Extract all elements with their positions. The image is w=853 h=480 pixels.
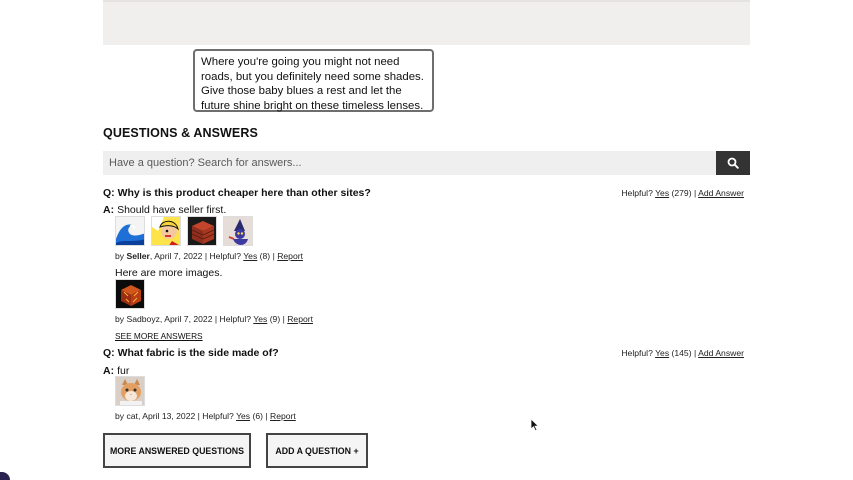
add-answer-link[interactable]: Add Answer [698, 348, 744, 358]
report-link[interactable]: Report [270, 411, 296, 421]
answer-images [115, 376, 145, 406]
question-row: Q: Why is this product cheaper here than… [103, 187, 750, 201]
add-answer-link[interactable]: Add Answer [698, 188, 744, 198]
qa-search-input[interactable] [103, 151, 713, 175]
question-helpful-yes-link[interactable]: Yes [655, 348, 669, 358]
more-answered-questions-button[interactable]: MORE ANSWERED QUESTIONS [103, 433, 251, 468]
answer-image-pop-art[interactable] [151, 216, 181, 246]
search-button[interactable] [716, 151, 750, 175]
report-link[interactable]: Report [277, 251, 303, 261]
answer-image-cat[interactable] [115, 376, 145, 406]
see-more-answers-link[interactable]: SEE MORE ANSWERS [115, 331, 203, 341]
answer-author: Sadboyz [126, 314, 160, 324]
description-tooltip: Where you're going you might not need ro… [193, 49, 434, 112]
answer-images [115, 279, 145, 309]
answer-image-wizard[interactable] [223, 216, 253, 246]
answer-image-wave[interactable] [115, 216, 145, 246]
window-corner [0, 472, 10, 480]
question-text: Q: Why is this product cheaper here than… [103, 187, 371, 199]
report-link[interactable]: Report [287, 314, 313, 324]
answer-author: cat [126, 411, 138, 421]
qa-section-title: QUESTIONS & ANSWERS [103, 126, 258, 140]
question-text: Q: What fabric is the side made of? [103, 347, 279, 359]
answer-image-brick-block[interactable] [187, 216, 217, 246]
question-helpful-yes-link[interactable]: Yes [655, 188, 669, 198]
answer-text: Here are more images. [115, 267, 223, 279]
answer-helpful-yes-link[interactable]: Yes [243, 251, 257, 261]
answer-images [115, 216, 253, 246]
question-meta: Helpful? Yes (279) | Add Answer [621, 188, 744, 198]
mouse-cursor-icon [530, 418, 540, 432]
top-banner [103, 0, 750, 45]
answer-meta: by Seller, April 7, 2022 | Helpful? Yes … [115, 251, 303, 261]
question-row: Q: What fabric is the side made of? Help… [103, 347, 750, 361]
question-meta: Helpful? Yes (145) | Add Answer [621, 348, 744, 358]
answer-helpful-yes-link[interactable]: Yes [253, 314, 267, 324]
answer-meta: by cat, April 13, 2022 | Helpful? Yes (6… [115, 411, 296, 421]
qa-search-bar [103, 151, 750, 175]
search-icon [727, 157, 739, 169]
answer-text: A: Should have seller first. [103, 204, 227, 216]
add-question-button[interactable]: ADD A QUESTION + [266, 433, 368, 468]
answer-meta: by Sadboyz, April 7, 2022 | Helpful? Yes… [115, 314, 314, 324]
answer-helpful-yes-link[interactable]: Yes [236, 411, 250, 421]
answer-image-fire-cube[interactable] [115, 279, 145, 309]
answer-author: Seller [126, 251, 150, 261]
